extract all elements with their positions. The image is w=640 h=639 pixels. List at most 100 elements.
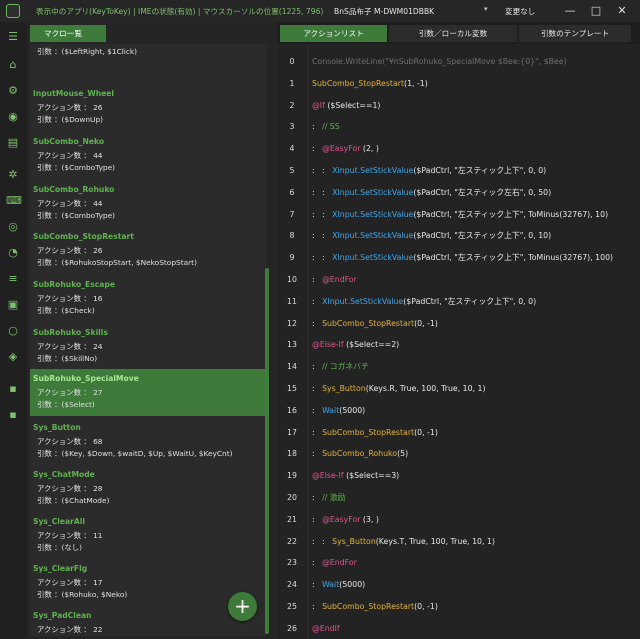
action-row[interactable]: 13 @Else-If ($Select==2) (277, 336, 640, 354)
action-row[interactable]: 9: : XInput.SetStickValue($PadCtrl, "左ステ… (277, 249, 640, 267)
action-row[interactable]: 25: SubCombo_StopRestart(0, -1) (277, 598, 640, 616)
code-token: ($Select==2) (343, 340, 400, 350)
action-row[interactable]: 18: SubCombo_Rohuko(5) (277, 445, 640, 463)
macro-list-item[interactable]: Sys_Button アクション数 ： 68 引数 ：($Key, $Down, $… (30, 418, 266, 465)
macro-list-item[interactable]: SubCombo_StopRestart アクション数 ： 26 引数 ：($Roh… (30, 227, 266, 274)
settings-icon[interactable]: ✲ (6, 168, 20, 182)
gear-icon[interactable]: ⚙ (6, 84, 20, 98)
code-token: ($PadCtrl, "左スティック上下", ToMinus(32767), 1… (413, 253, 614, 263)
macro-list-item[interactable]: 引数 ：($LeftRight, $1Click) (30, 44, 266, 60)
code-token: XInput.SetStickValue (322, 296, 404, 306)
indent-guide: : : (312, 231, 333, 241)
save-icon[interactable]: ▪ (6, 382, 20, 396)
code-token: (5000) (339, 405, 366, 415)
image-icon[interactable]: ▣ (6, 298, 20, 312)
macro-list-item[interactable]: SubCombo_Neko アクション数 ： 44 引数 ：($ComboType) (30, 132, 266, 179)
chevron-down-icon[interactable]: ▾ (484, 5, 488, 13)
tab-arguments-local-variables[interactable]: 引数／ローカル変数 (389, 25, 517, 42)
action-code: Console.WriteLine("¥nSubRohuko_SpecialMo… (312, 53, 567, 71)
home-icon[interactable]: ⌂ (6, 58, 20, 72)
code-token: XInput.SetStickValue (332, 253, 414, 263)
action-row[interactable]: 10: @EndFor (277, 271, 640, 289)
circle-icon[interactable]: ○ (6, 324, 20, 338)
macro-list[interactable]: 引数 ：($LeftRight, $1Click) InputMouse_Whee… (30, 44, 266, 636)
indent-guide: : (312, 602, 323, 611)
gamepad-icon[interactable]: ◎ (6, 220, 20, 234)
line-number: 0 (289, 57, 295, 66)
action-row[interactable]: 26 @EndIf (277, 620, 640, 638)
macro-action-count: アクション数 ： 22 (37, 625, 103, 634)
keyboard-icon[interactable]: ⌨ (6, 194, 22, 208)
tab-action-list[interactable]: アクションリスト (280, 25, 387, 42)
action-row[interactable]: 23: @EndFor (277, 554, 640, 572)
palette-icon[interactable]: ◉ (6, 110, 20, 124)
code-token: ($PadCtrl, "左スティック上下", 0, 10) (413, 231, 552, 241)
tab-macro-list[interactable]: マクロ一覧 (30, 25, 106, 42)
action-code: : : XInput.SetStickValue($PadCtrl, "左スティ… (312, 162, 546, 180)
action-row[interactable]: 16: Wait(5000) (277, 402, 640, 420)
macro-list-item[interactable]: SubRohuko_SpecialMove アクション数 ： 27 引数 ：($Se… (30, 369, 266, 416)
code-token: @Else-If (312, 340, 344, 350)
code-token: XInput.SetStickValue (332, 231, 414, 241)
action-row[interactable]: 21: @EasyFor (3, ) (277, 511, 640, 529)
action-code: : SubCombo_StopRestart(0, -1) (312, 424, 438, 442)
code-token: // コガネバチ (322, 362, 369, 372)
macro-list-item[interactable]: Sys_ClearAll アクション数 ： 11 引数 ：(なし) (30, 512, 266, 559)
macro-name: Sys_ClearFlg (33, 564, 88, 573)
maximize-button[interactable]: □ (588, 3, 604, 19)
line-number: 5 (289, 166, 295, 175)
code-token: SubCombo_StopRestart (322, 602, 415, 611)
line-number: 13 (287, 340, 297, 350)
code-token: (0, -1) (414, 602, 438, 611)
action-row[interactable]: 2 @If ($Select==1) (277, 97, 640, 115)
minimize-button[interactable]: — (562, 3, 578, 19)
macro-list-item[interactable]: SubCombo_Rohuko アクション数 ： 44 引数 ：($ComboTyp… (30, 180, 266, 227)
code-token: SubCombo_Rohuko (322, 449, 398, 459)
action-list[interactable]: 0 Console.WriteLine("¥nSubRohuko_SpecialM… (277, 44, 640, 639)
code-token: @EndFor (322, 558, 357, 568)
macro-arguments: 引数 ：($SkillNo) (37, 354, 98, 363)
action-row[interactable]: 1 SubCombo_StopRestart(1, -1) (277, 75, 640, 93)
add-macro-button[interactable]: + (228, 592, 257, 621)
macro-list-item[interactable]: SubRohuko_Escape アクション数 ： 16 引数 ：($Check) (30, 275, 266, 322)
macro-list-item[interactable]: Sys_ChatMode アクション数 ： 28 引数 ：($ChatMode) (30, 465, 266, 512)
action-code: : SubCombo_StopRestart(0, -1) (312, 598, 438, 616)
action-row[interactable]: 24: Wait(5000) (277, 576, 640, 594)
action-row[interactable]: 7: : XInput.SetStickValue($PadCtrl, "左ステ… (277, 206, 640, 224)
macro-action-count: アクション数 ： 16 (37, 294, 103, 303)
list-icon[interactable]: ≡ (6, 272, 20, 286)
action-row[interactable]: 4: @EasyFor (2, ) (277, 140, 640, 158)
action-row[interactable]: 6: : XInput.SetStickValue($PadCtrl, "左ステ… (277, 184, 640, 202)
alarm-icon[interactable]: ◔ (6, 246, 20, 260)
action-row[interactable]: 5 : : XInput.SetStickValue($PadCtrl, "左ステ… (277, 162, 640, 180)
action-row[interactable]: 14: // コガネバチ (277, 358, 640, 376)
action-row[interactable]: 17: SubCombo_StopRestart(0, -1) (277, 424, 640, 442)
macro-arguments: 引数 ：($Select) (37, 400, 95, 409)
code-token: Sys_Button (332, 536, 376, 546)
action-row[interactable]: 3: // SS (277, 118, 640, 136)
line-number: 1 (289, 78, 295, 88)
line-number: 3 (289, 122, 295, 132)
action-row[interactable]: 19 @Else-If ($Select==3) (277, 467, 640, 485)
book-icon[interactable]: ▤ (6, 136, 20, 150)
line-number: 22 (287, 536, 297, 546)
cube-icon[interactable]: ◈ (6, 350, 20, 364)
action-row[interactable]: 0 Console.WriteLine("¥nSubRohuko_SpecialM… (277, 53, 640, 71)
macro-list-item[interactable]: InputMouse_Wheel アクション数 ： 26 引数 ：($DownUp) (30, 84, 266, 131)
line-number: 18 (287, 449, 297, 459)
action-row[interactable]: 15: Sys_Button(Keys.R, True, 100, True, … (277, 380, 640, 398)
title-bar: 表示中のアプリ(KeyToKey) | IMEの状態(有効) | マウスカーソル… (0, 0, 640, 22)
macro-list-scrollbar[interactable] (265, 268, 269, 634)
macro-name: SubCombo_Neko (33, 137, 105, 146)
action-row[interactable]: 12: SubCombo_StopRestart(0, -1) (277, 315, 640, 333)
save-as-icon[interactable]: ▪ (6, 408, 20, 422)
macro-list-item[interactable]: SubRohuko_Skills アクション数 ： 24 引数 ：($SkillNo… (30, 323, 266, 370)
close-button[interactable]: ✕ (614, 3, 630, 19)
menu-icon[interactable]: ☰ (6, 30, 20, 44)
action-row[interactable]: 20: // 激励 (277, 489, 640, 507)
action-row[interactable]: 22: : Sys_Button(Keys.T, True, 100, True… (277, 533, 640, 551)
action-row[interactable]: 11: XInput.SetStickValue($PadCtrl, "左スティ… (277, 293, 640, 311)
code-token: (2, ) (360, 144, 379, 154)
action-row[interactable]: 8: : XInput.SetStickValue($PadCtrl, "左ステ… (277, 227, 640, 245)
tab-argument-template[interactable]: 引数のテンプレート (519, 25, 631, 42)
